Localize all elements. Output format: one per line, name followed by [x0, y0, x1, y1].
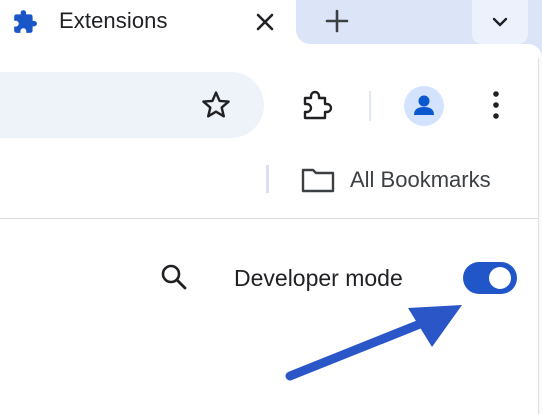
- header-divider: [0, 218, 542, 219]
- developer-mode-toggle[interactable]: [463, 262, 517, 294]
- all-bookmarks-label[interactable]: All Bookmarks: [350, 167, 491, 193]
- annotation-arrow: [285, 305, 462, 381]
- tab-title: Extensions: [59, 8, 168, 33]
- toggle-knob: [489, 267, 511, 289]
- puzzle-outline-icon[interactable]: [297, 86, 335, 124]
- toolbar-separator: [369, 91, 371, 121]
- folder-icon: [300, 164, 336, 196]
- browser-window: Extensions All Bookmarks Developer mode: [0, 0, 542, 414]
- toolbar-corner: [528, 44, 542, 58]
- three-dot-menu-icon[interactable]: [484, 88, 508, 122]
- developer-mode-label: Developer mode: [234, 265, 403, 291]
- tab-extensions[interactable]: Extensions: [0, 0, 296, 44]
- bookmarks-separator: [266, 165, 269, 193]
- close-icon[interactable]: [253, 10, 277, 34]
- tab-search-button[interactable]: [472, 0, 528, 44]
- plus-icon[interactable]: [323, 7, 351, 35]
- window-right-edge: [538, 58, 542, 414]
- avatar[interactable]: [404, 86, 444, 126]
- puzzle-piece-icon: [12, 9, 38, 35]
- star-icon[interactable]: [199, 88, 233, 122]
- chevron-down-icon: [492, 17, 508, 27]
- tab-curve: [296, 30, 310, 44]
- person-avatar-icon: [414, 95, 434, 115]
- search-icon[interactable]: [157, 260, 191, 294]
